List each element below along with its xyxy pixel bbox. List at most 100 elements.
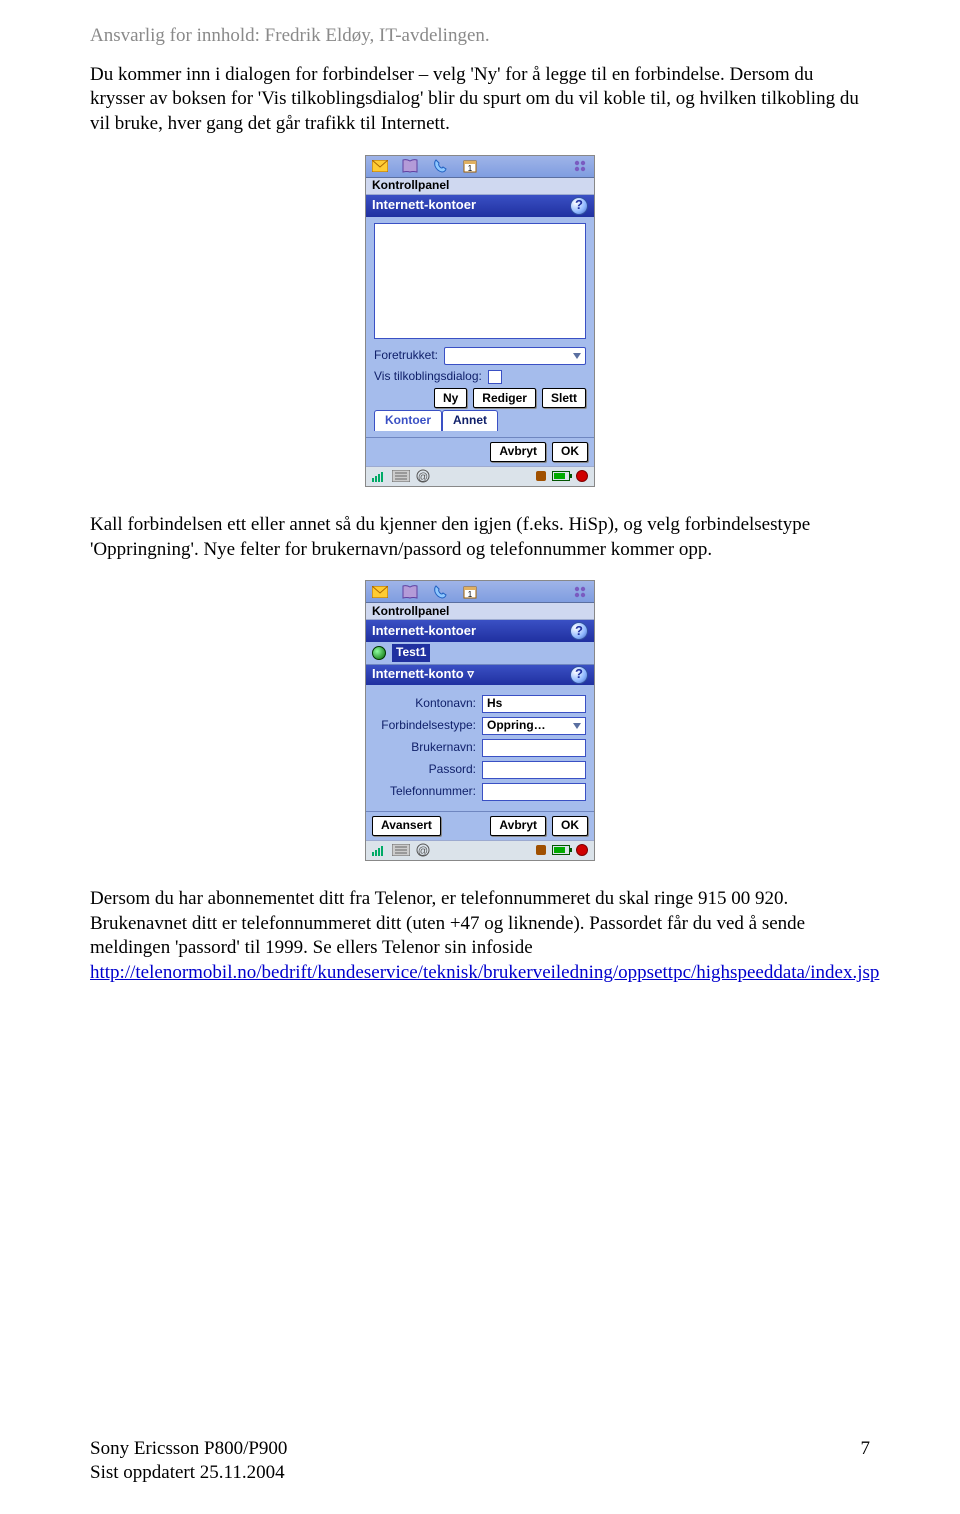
passord-input[interactable]: [482, 761, 586, 779]
signal-icon: [372, 470, 386, 482]
record-icon[interactable]: [576, 844, 588, 856]
sub-title-bar[interactable]: Internett-konto ▿ ?: [366, 665, 594, 685]
forbindelsestype-row: Forbindelsestype: Oppring…: [374, 717, 586, 735]
cancel-button[interactable]: Avbryt: [490, 816, 546, 836]
panel-title: Internett-kontoer: [372, 197, 476, 214]
kontonavn-row: Kontonavn: Hs: [374, 695, 586, 713]
passord-row: Passord:: [374, 761, 586, 779]
footer-buttons-1: Avbryt OK: [366, 437, 594, 466]
kontonavn-input[interactable]: Hs: [482, 695, 586, 713]
footer-updated: Sist oppdatert 25.11.2004: [90, 1461, 287, 1486]
battery-icon: [552, 471, 570, 481]
apps-icon[interactable]: [572, 584, 588, 600]
kontonavn-label: Kontonavn:: [374, 696, 476, 712]
telefon-label: Telefonnummer:: [374, 784, 476, 800]
calendar-icon[interactable]: 1: [462, 584, 478, 600]
foretrukket-row: Foretrukket:: [374, 347, 586, 365]
status-bar-1: @: [366, 466, 594, 486]
device-screenshot-2: 1 Kontrollpanel Internett-kontoer ? Test…: [365, 580, 595, 861]
delete-button[interactable]: Slett: [542, 388, 586, 408]
account-item-row[interactable]: Test1: [366, 642, 594, 665]
globe-icon: [372, 646, 386, 660]
forbindelsestype-value: Oppring…: [487, 718, 546, 734]
telefon-input[interactable]: [482, 783, 586, 801]
accounts-listbox[interactable]: [374, 223, 586, 339]
foretrukket-label: Foretrukket:: [374, 348, 438, 364]
kontrollpanel-strip: Kontrollpanel: [366, 178, 594, 195]
help-icon[interactable]: ?: [570, 197, 588, 215]
form-body: Kontonavn: Hs Forbindelsestype: Oppring……: [366, 685, 594, 811]
paragraph-3: Dersom du har abonnementet ditt fra Tele…: [90, 887, 870, 986]
edit-button[interactable]: Rediger: [473, 388, 536, 408]
page-footer: Sony Ericsson P800/P900 Sist oppdatert 2…: [90, 1437, 870, 1486]
screenshot-1-wrap: 1 Kontrollpanel Internett-kontoer ? Fore…: [90, 155, 870, 487]
battery-icon: [552, 845, 570, 855]
responsible-header: Ansvarlig for innhold: Fredrik Eldøy, IT…: [90, 24, 870, 49]
chevron-down-icon: [573, 353, 581, 359]
status-bar-2: @: [366, 840, 594, 860]
paragraph-2: Kall forbindelsen ett eller annet så du …: [90, 513, 870, 562]
help-icon[interactable]: ?: [570, 666, 588, 684]
screenshot-2-wrap: 1 Kontrollpanel Internett-kontoer ? Test…: [90, 580, 870, 861]
keyboard-icon[interactable]: [392, 470, 410, 482]
forbindelsestype-dropdown[interactable]: Oppring…: [482, 717, 586, 735]
vis-label: Vis tilkoblingsdialog:: [374, 369, 482, 385]
brukernavn-input[interactable]: [482, 739, 586, 757]
svg-text:1: 1: [468, 164, 473, 173]
tab-kontoer[interactable]: Kontoer: [374, 410, 442, 431]
at-icon[interactable]: @: [416, 469, 430, 483]
help-icon[interactable]: ?: [570, 622, 588, 640]
telenor-link[interactable]: http://telenormobil.no/bedrift/kundeserv…: [90, 962, 879, 983]
panel-title-bar-2: Internett-kontoer ?: [366, 620, 594, 642]
speaker-icon[interactable]: [536, 845, 546, 855]
footer-buttons-2: Avansert Avbryt OK: [366, 811, 594, 840]
cancel-button[interactable]: Avbryt: [490, 442, 546, 462]
speaker-icon[interactable]: [536, 471, 546, 481]
signal-icon: [372, 844, 386, 856]
top-toolbar: 1: [366, 156, 594, 178]
account-item-name: Test1: [392, 644, 430, 662]
calendar-icon[interactable]: 1: [462, 158, 478, 174]
telefon-row: Telefonnummer:: [374, 783, 586, 801]
button-row-1: Ny Rediger Slett: [374, 388, 586, 408]
ok-button[interactable]: OK: [552, 442, 588, 462]
at-icon[interactable]: @: [416, 843, 430, 857]
paragraph-3-text: Dersom du har abonnementet ditt fra Tele…: [90, 888, 805, 958]
brukernavn-row: Brukernavn:: [374, 739, 586, 757]
book-icon[interactable]: [402, 158, 418, 174]
chevron-down-icon: [573, 723, 581, 729]
panel-body: Foretrukket: Vis tilkoblingsdialog: Ny R…: [366, 217, 594, 437]
record-icon[interactable]: [576, 470, 588, 482]
top-toolbar-2: 1: [366, 581, 594, 603]
footer-left: Sony Ericsson P800/P900 Sist oppdatert 2…: [90, 1437, 287, 1486]
foretrukket-dropdown[interactable]: [444, 347, 586, 365]
page-number: 7: [861, 1437, 871, 1486]
svg-text:@: @: [418, 472, 428, 483]
svg-text:@: @: [418, 846, 428, 857]
mail-icon[interactable]: [372, 158, 388, 174]
passord-label: Passord:: [374, 762, 476, 778]
tab-annet[interactable]: Annet: [442, 410, 498, 431]
vis-row: Vis tilkoblingsdialog:: [374, 369, 586, 385]
kontrollpanel-strip-2: Kontrollpanel: [366, 603, 594, 620]
footer-device-name: Sony Ericsson P800/P900: [90, 1437, 287, 1462]
panel-title-2: Internett-kontoer: [372, 623, 476, 640]
ok-button[interactable]: OK: [552, 816, 588, 836]
sub-title: Internett-konto ▿: [372, 666, 474, 683]
tabs-row: Kontoer Annet: [374, 410, 586, 431]
book-icon[interactable]: [402, 584, 418, 600]
vis-checkbox[interactable]: [488, 370, 502, 384]
new-button[interactable]: Ny: [434, 388, 467, 408]
svg-text:1: 1: [468, 590, 473, 599]
panel-title-bar: Internett-kontoer ?: [366, 195, 594, 217]
paragraph-1: Du kommer inn i dialogen for forbindelse…: [90, 63, 870, 137]
forbindelsestype-label: Forbindelsestype:: [374, 718, 476, 734]
phone-icon[interactable]: [432, 584, 448, 600]
advanced-button[interactable]: Avansert: [372, 816, 441, 836]
brukernavn-label: Brukernavn:: [374, 740, 476, 756]
apps-icon[interactable]: [572, 158, 588, 174]
phone-icon[interactable]: [432, 158, 448, 174]
mail-icon[interactable]: [372, 584, 388, 600]
device-screenshot-1: 1 Kontrollpanel Internett-kontoer ? Fore…: [365, 155, 595, 487]
keyboard-icon[interactable]: [392, 844, 410, 856]
